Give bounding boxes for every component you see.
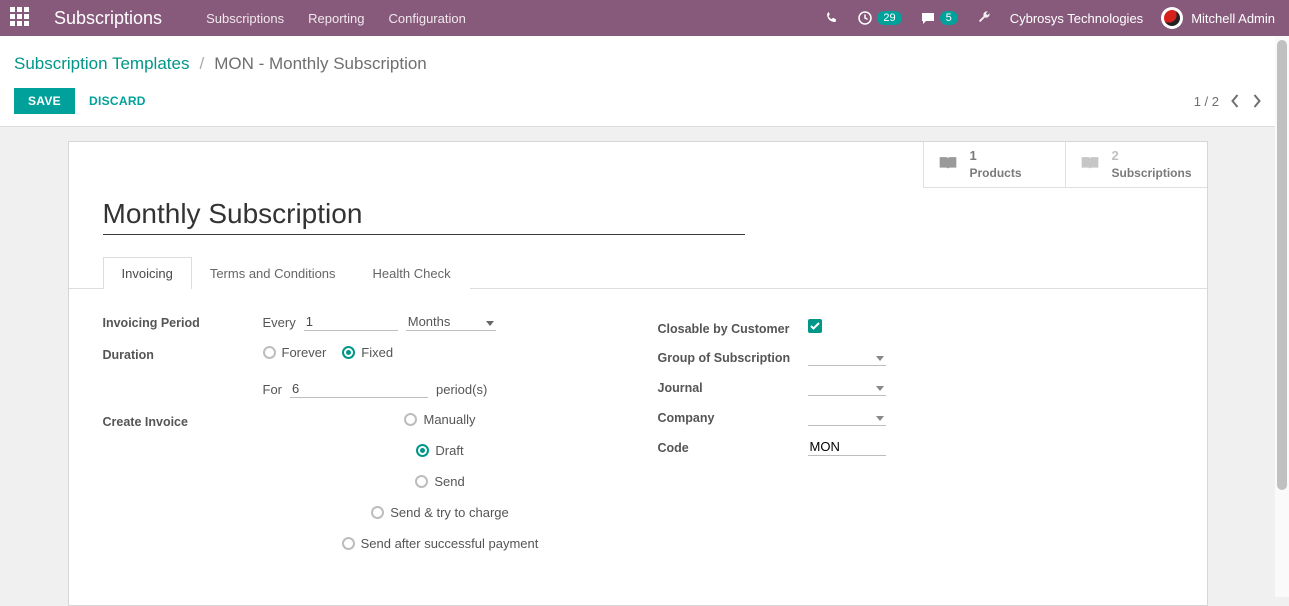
- radio-manually-wrap[interactable]: Manually: [404, 412, 475, 427]
- phone-icon[interactable]: [825, 10, 839, 27]
- periods-suffix: period(s): [436, 382, 487, 397]
- breadcrumb-separator: /: [199, 54, 204, 74]
- label-duration: Duration: [103, 345, 263, 362]
- form-body: Invoicing Period Every Months Duration: [69, 289, 1207, 605]
- breadcrumb: Subscription Templates / MON - Monthly S…: [14, 54, 1261, 74]
- code-input[interactable]: [808, 438, 886, 456]
- vertical-scrollbar[interactable]: [1275, 36, 1289, 597]
- radio-fixed-wrap[interactable]: Fixed: [342, 345, 393, 360]
- label-invoicing-period: Invoicing Period: [103, 313, 263, 330]
- pager-prev[interactable]: [1231, 94, 1240, 108]
- developer-tools-icon[interactable]: [976, 9, 992, 28]
- user-name-label: Mitchell Admin: [1191, 11, 1275, 26]
- radio-send-after-label: Send after successful payment: [361, 536, 539, 551]
- breadcrumb-root[interactable]: Subscription Templates: [14, 54, 189, 74]
- radio-fixed[interactable]: [342, 346, 355, 359]
- caret-down-icon: [876, 409, 884, 424]
- apps-grid-icon[interactable]: [10, 7, 32, 29]
- period-unit-value: Months: [408, 314, 451, 329]
- main-nav: Subscriptions Reporting Configuration: [206, 11, 466, 26]
- smart-btn-subscriptions-label: Subscriptions: [1112, 164, 1272, 180]
- breadcrumb-current: MON - Monthly Subscription: [214, 54, 427, 74]
- discard-button[interactable]: DISCARD: [89, 94, 146, 108]
- activity-indicator[interactable]: 29: [857, 10, 901, 26]
- company-select[interactable]: [808, 408, 886, 426]
- every-value-input[interactable]: [304, 313, 398, 331]
- caret-down-icon: [876, 379, 884, 394]
- tabs: Invoicing Terms and Conditions Health Ch…: [103, 257, 1207, 289]
- for-value-input[interactable]: [290, 380, 428, 398]
- radio-manually-label: Manually: [423, 412, 475, 427]
- radio-send-charge[interactable]: [371, 506, 384, 519]
- radio-draft-wrap[interactable]: Draft: [416, 443, 463, 458]
- company-name[interactable]: Cybrosys Technologies: [1010, 11, 1143, 26]
- radio-forever-wrap[interactable]: Forever: [263, 345, 327, 360]
- save-button[interactable]: SAVE: [14, 88, 75, 114]
- radio-send[interactable]: [415, 475, 428, 488]
- control-panel: Subscription Templates / MON - Monthly S…: [0, 36, 1275, 127]
- for-prefix: For: [263, 382, 283, 397]
- label-company: Company: [658, 408, 808, 425]
- radio-send-label: Send: [434, 474, 464, 489]
- period-unit-select[interactable]: Months: [406, 313, 496, 331]
- smart-btn-products[interactable]: 1 Products: [923, 142, 1065, 188]
- scrollbar-thumb[interactable]: [1277, 40, 1287, 490]
- user-avatar: [1161, 7, 1183, 29]
- tab-terms[interactable]: Terms and Conditions: [191, 257, 355, 289]
- label-closable: Closable by Customer: [658, 319, 808, 336]
- pager-next[interactable]: [1252, 94, 1261, 108]
- caret-down-icon: [876, 349, 884, 364]
- radio-send-charge-wrap[interactable]: Send & try to charge: [371, 505, 509, 520]
- form-sheet: 1 Products 2 Subscriptions Invoicing Ter…: [68, 141, 1208, 606]
- book-icon: [1080, 154, 1100, 175]
- radio-send-after[interactable]: [342, 537, 355, 550]
- group-select[interactable]: [808, 348, 886, 366]
- radio-send-after-wrap[interactable]: Send after successful payment: [342, 536, 539, 551]
- messaging-icon[interactable]: 5: [920, 10, 958, 26]
- topbar-right: 29 5 Cybrosys Technologies Mitchell Admi…: [825, 7, 1275, 29]
- label-journal: Journal: [658, 378, 808, 395]
- radio-send-wrap[interactable]: Send: [415, 474, 464, 489]
- messages-badge: 5: [940, 11, 958, 25]
- topbar: Subscriptions Subscriptions Reporting Co…: [0, 0, 1289, 36]
- tab-health[interactable]: Health Check: [354, 257, 470, 289]
- right-column: Closable by Customer Group of Subscripti…: [658, 313, 1173, 575]
- radio-forever[interactable]: [263, 346, 276, 359]
- record-title-input[interactable]: [103, 196, 745, 235]
- left-column: Invoicing Period Every Months Duration: [103, 313, 618, 575]
- every-prefix: Every: [263, 315, 296, 330]
- nav-configuration[interactable]: Configuration: [388, 11, 465, 26]
- radio-draft-label: Draft: [435, 443, 463, 458]
- label-group: Group of Subscription: [658, 348, 808, 365]
- brand-title: Subscriptions: [54, 8, 162, 29]
- smart-btn-subscriptions-count: 2: [1112, 149, 1272, 163]
- radio-fixed-label: Fixed: [361, 345, 393, 360]
- action-row: SAVE DISCARD 1 / 2: [14, 88, 1261, 114]
- pager: 1 / 2: [1194, 94, 1261, 109]
- user-menu[interactable]: Mitchell Admin: [1161, 7, 1275, 29]
- journal-select[interactable]: [808, 378, 886, 396]
- nav-subscriptions[interactable]: Subscriptions: [206, 11, 284, 26]
- radio-manually[interactable]: [404, 413, 417, 426]
- sheet-container: 1 Products 2 Subscriptions Invoicing Ter…: [0, 127, 1275, 606]
- nav-reporting[interactable]: Reporting: [308, 11, 364, 26]
- radio-forever-label: Forever: [282, 345, 327, 360]
- book-icon: [938, 154, 958, 175]
- label-create-invoice: Create Invoice: [103, 412, 263, 429]
- label-code: Code: [658, 438, 808, 455]
- tab-invoicing[interactable]: Invoicing: [103, 257, 192, 289]
- smart-btn-subscriptions[interactable]: 2 Subscriptions: [1065, 142, 1207, 188]
- radio-send-charge-label: Send & try to charge: [390, 505, 509, 520]
- caret-down-icon: [486, 314, 494, 329]
- closable-checkbox[interactable]: [808, 319, 822, 333]
- smart-buttons: 1 Products 2 Subscriptions: [923, 142, 1207, 188]
- activity-badge: 29: [877, 11, 901, 25]
- radio-draft[interactable]: [416, 444, 429, 457]
- pager-text[interactable]: 1 / 2: [1194, 94, 1219, 109]
